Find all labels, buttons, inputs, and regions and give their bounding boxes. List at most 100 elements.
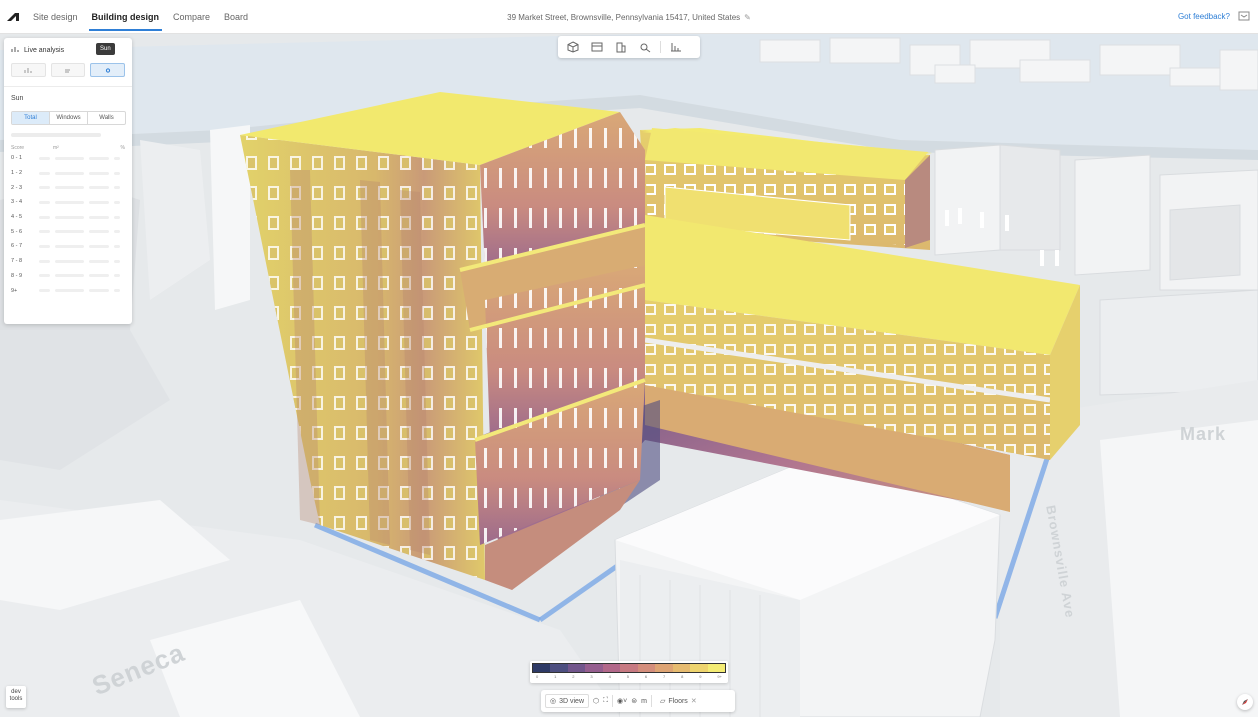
building-icon[interactable] bbox=[612, 40, 630, 54]
col-area: m² bbox=[53, 145, 59, 151]
table-row: 5 - 6 bbox=[4, 224, 132, 239]
table-row: 4 - 5 bbox=[4, 210, 132, 225]
value-placeholder bbox=[88, 171, 110, 175]
value-placeholder bbox=[55, 274, 84, 278]
view-3d-icon: ◎ bbox=[550, 698, 557, 705]
view-mode-label: 3D view bbox=[559, 697, 585, 705]
floors-filter[interactable]: ▱ Floors ✕ bbox=[656, 695, 701, 707]
live-analysis-panel: Live analysis Sun Total Windows Walls Sc… bbox=[4, 38, 132, 324]
tab-wind-analysis[interactable] bbox=[50, 63, 86, 77]
feedback-link[interactable]: Got feedback? bbox=[1178, 12, 1230, 21]
legend-tick: 8 bbox=[681, 674, 684, 679]
value-placeholder bbox=[39, 156, 51, 160]
legend-tick: 5 bbox=[626, 674, 629, 679]
wind-icon bbox=[65, 69, 70, 72]
value-placeholder bbox=[39, 274, 51, 278]
nav-board[interactable]: Board bbox=[217, 0, 255, 34]
legend-swatch bbox=[602, 664, 621, 672]
value-placeholder bbox=[114, 230, 121, 234]
score-range: 1 - 2 bbox=[11, 170, 23, 177]
dev-tools-label-2: tools bbox=[9, 696, 23, 702]
bottom-toolbar: ◎ 3D view ⬡ ⛶ ◉˅ ⊜ m ▱ Floors ✕ bbox=[541, 690, 735, 712]
legend-tick: 7 bbox=[662, 674, 666, 679]
analysis-type-tabs bbox=[4, 55, 132, 77]
score-range: 8 - 9 bbox=[11, 272, 23, 279]
legend-tick: 9+ bbox=[717, 674, 722, 679]
score-range: 9+ bbox=[11, 287, 18, 294]
segment-walls[interactable]: Walls bbox=[88, 112, 125, 124]
value-placeholder bbox=[88, 186, 110, 190]
tools-icon[interactable] bbox=[636, 40, 654, 54]
value-placeholder bbox=[39, 259, 51, 263]
segment-total[interactable]: Total bbox=[12, 112, 50, 124]
layout-icon[interactable] bbox=[588, 40, 606, 54]
value-placeholder bbox=[55, 186, 84, 190]
legend-swatch bbox=[550, 664, 568, 672]
value-placeholder bbox=[39, 171, 51, 175]
value-placeholder bbox=[39, 186, 51, 190]
legend-tick: 3 bbox=[590, 674, 593, 679]
value-placeholder bbox=[55, 171, 84, 175]
value-placeholder bbox=[55, 259, 84, 263]
compass-icon[interactable] bbox=[1237, 694, 1253, 710]
nav-building-design[interactable]: Building design bbox=[85, 0, 167, 34]
value-placeholder bbox=[114, 186, 121, 190]
legend-color-bar bbox=[532, 663, 726, 673]
bottom-divider-2 bbox=[650, 695, 652, 707]
value-placeholder bbox=[39, 230, 51, 234]
chart-icon[interactable] bbox=[667, 40, 685, 54]
floors-label: Floors bbox=[668, 697, 688, 705]
edit-address-icon[interactable]: ✎ bbox=[744, 13, 751, 22]
value-placeholder bbox=[88, 274, 110, 278]
segment-windows[interactable]: Windows bbox=[50, 112, 88, 124]
table-row: 1 - 2 bbox=[4, 166, 132, 181]
dev-tools-label-1: dev bbox=[11, 689, 21, 695]
dev-tools-button[interactable]: dev tools bbox=[6, 686, 26, 708]
nav-compare[interactable]: Compare bbox=[166, 0, 217, 34]
score-range: 4 - 5 bbox=[11, 214, 23, 221]
score-range: 5 - 6 bbox=[11, 228, 23, 235]
tab-sun-analysis[interactable] bbox=[90, 63, 126, 77]
top-bar: Site design Building design Compare Boar… bbox=[0, 0, 1258, 34]
score-range: 2 - 3 bbox=[11, 184, 23, 191]
value-placeholder bbox=[114, 200, 121, 204]
score-table-header: Score m² % bbox=[4, 137, 132, 151]
autodesk-logo-icon bbox=[7, 12, 19, 21]
value-placeholder bbox=[55, 289, 84, 293]
viewport-3d[interactable]: Brownsville Ave Mark Seneca bbox=[0, 34, 1258, 717]
view-mode-button[interactable]: ◎ 3D view bbox=[545, 694, 590, 708]
tab-area-analysis[interactable] bbox=[11, 63, 46, 77]
measure-icon[interactable]: m bbox=[641, 698, 647, 705]
help-icon[interactable] bbox=[1238, 10, 1250, 22]
table-row: 6 - 7 bbox=[4, 239, 132, 254]
score-range: 6 - 7 bbox=[11, 243, 23, 250]
score-table-body: 0 - 1 1 - 2 2 - 3 3 - 4 4 - 5 5 - 6 6 - 7 7 - 8… bbox=[4, 151, 132, 298]
legend-tick: 2 bbox=[572, 674, 575, 679]
app-logo[interactable] bbox=[0, 0, 26, 34]
layers-icon[interactable]: ⊜ bbox=[631, 697, 637, 705]
score-range: 3 - 4 bbox=[11, 199, 23, 206]
address-text: 39 Market Street, Brownsville, Pennsylva… bbox=[507, 12, 741, 22]
view-toolbar bbox=[558, 36, 700, 58]
legend-swatch bbox=[655, 664, 673, 672]
legend-swatch bbox=[585, 664, 603, 672]
legend-swatch bbox=[672, 664, 691, 672]
table-row: 8 - 9 bbox=[4, 269, 132, 284]
value-placeholder bbox=[55, 200, 84, 204]
visibility-icon[interactable]: ◉˅ bbox=[617, 697, 627, 705]
sun-score-legend: 0 1 2 3 4 5 6 7 8 9 9+ bbox=[530, 661, 728, 683]
legend-tick: 9 bbox=[699, 674, 702, 679]
legend-tick: 4 bbox=[608, 674, 611, 679]
cube-icon[interactable] bbox=[564, 40, 582, 54]
value-placeholder bbox=[114, 215, 121, 219]
fit-view-icon[interactable]: ⛶ bbox=[603, 697, 608, 705]
close-icon[interactable]: ✕ bbox=[691, 697, 697, 705]
box-icon[interactable]: ⬡ bbox=[593, 697, 599, 705]
value-placeholder bbox=[88, 259, 110, 263]
table-row: 9+ bbox=[4, 283, 132, 298]
legend-swatch bbox=[620, 664, 638, 672]
nav-site-design[interactable]: Site design bbox=[26, 0, 85, 34]
bars-icon bbox=[24, 67, 32, 73]
value-placeholder bbox=[88, 215, 110, 219]
sun-section-title: Sun bbox=[11, 95, 24, 102]
